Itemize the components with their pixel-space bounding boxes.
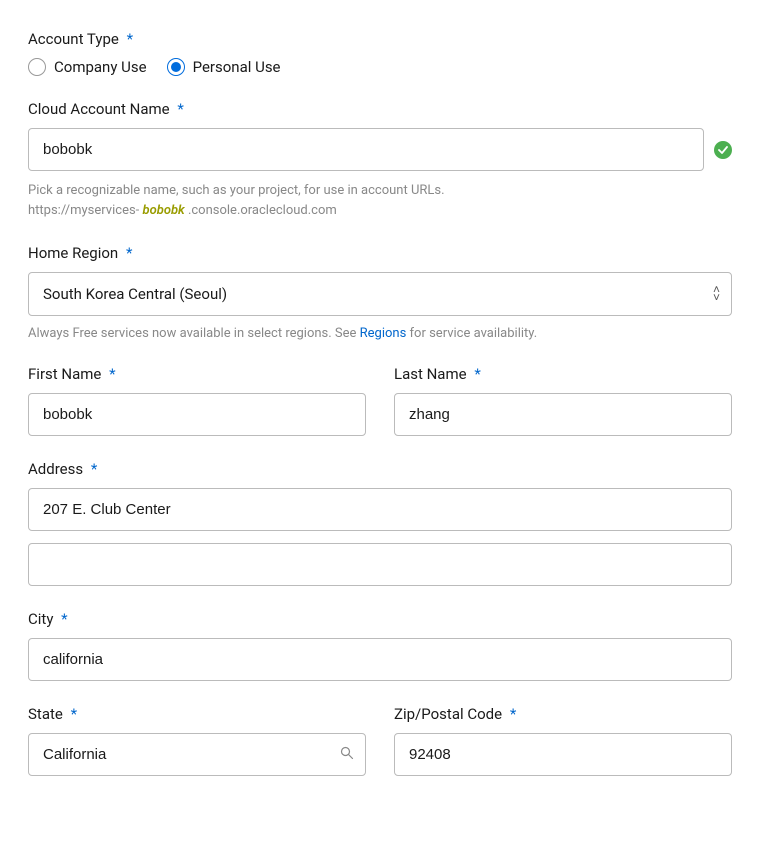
radio-company-use[interactable]: Company Use — [28, 58, 147, 76]
helper-url-prefix: https://myservices- — [28, 203, 139, 218]
first-name-input[interactable] — [28, 393, 366, 436]
address-label: Address * — [28, 460, 732, 478]
radio-circle-icon — [167, 58, 185, 76]
checkmark-icon — [714, 141, 732, 159]
zip-label-text: Zip/Postal Code — [394, 705, 502, 723]
radio-circle-icon — [28, 58, 46, 76]
city-input[interactable] — [28, 638, 732, 681]
first-name-label-text: First Name — [28, 365, 101, 383]
required-asterisk: * — [127, 30, 133, 48]
city-label: City * — [28, 610, 732, 628]
region-helper-prefix: Always Free services now available in se… — [28, 326, 360, 341]
home-region-select-wrapper: South Korea Central (Seoul) ˄ ˅ — [28, 272, 732, 316]
state-label: State * — [28, 705, 366, 723]
home-region-label-text: Home Region — [28, 244, 118, 262]
required-asterisk: * — [71, 705, 77, 723]
radio-inner-dot — [171, 62, 181, 72]
cloud-account-label: Cloud Account Name * — [28, 100, 732, 118]
home-region-select[interactable]: South Korea Central (Seoul) — [28, 272, 732, 316]
last-name-label-text: Last Name — [394, 365, 467, 383]
home-region-helper: Always Free services now available in se… — [28, 326, 732, 341]
required-asterisk: * — [510, 705, 516, 723]
radio-company-label: Company Use — [54, 58, 147, 76]
cloud-account-group: Cloud Account Name * Pick a recognizable… — [28, 100, 732, 220]
state-group: State * — [28, 705, 366, 776]
city-group: City * — [28, 610, 732, 681]
zip-group: Zip/Postal Code * — [394, 705, 732, 776]
cloud-account-label-text: Cloud Account Name — [28, 100, 170, 118]
state-zip-row: State * Zip/Postal Code * — [28, 705, 732, 800]
radio-personal-use[interactable]: Personal Use — [167, 58, 281, 76]
zip-input[interactable] — [394, 733, 732, 776]
required-asterisk: * — [91, 460, 97, 478]
cloud-account-input[interactable] — [28, 128, 704, 171]
first-name-group: First Name * — [28, 365, 366, 436]
state-input-wrapper — [28, 733, 366, 776]
last-name-input[interactable] — [394, 393, 732, 436]
account-type-group: Account Type * Company Use Personal Use — [28, 30, 732, 76]
name-row: First Name * Last Name * — [28, 365, 732, 460]
last-name-label: Last Name * — [394, 365, 732, 383]
home-region-group: Home Region * South Korea Central (Seoul… — [28, 244, 732, 341]
required-asterisk: * — [61, 610, 67, 628]
cloud-account-helper: Pick a recognizable name, such as your p… — [28, 181, 732, 220]
required-asterisk: * — [109, 365, 115, 383]
helper-line1: Pick a recognizable name, such as your p… — [28, 183, 445, 198]
account-type-label: Account Type * — [28, 30, 732, 48]
state-input[interactable] — [28, 733, 366, 776]
first-name-label: First Name * — [28, 365, 366, 383]
address-label-text: Address — [28, 460, 83, 478]
required-asterisk: * — [177, 100, 183, 118]
zip-label: Zip/Postal Code * — [394, 705, 732, 723]
last-name-group: Last Name * — [394, 365, 732, 436]
home-region-label: Home Region * — [28, 244, 732, 262]
city-label-text: City — [28, 610, 53, 628]
required-asterisk: * — [474, 365, 480, 383]
address-group: Address * — [28, 460, 732, 586]
required-asterisk: * — [126, 244, 132, 262]
helper-url-suffix: .console.oraclecloud.com — [188, 203, 337, 218]
address-line2-input[interactable] — [28, 543, 732, 586]
account-type-label-text: Account Type — [28, 30, 119, 48]
regions-link[interactable]: Regions — [360, 326, 407, 341]
region-helper-suffix: for service availability. — [406, 326, 537, 341]
helper-bold-name: bobobk — [143, 203, 185, 218]
radio-personal-label: Personal Use — [193, 58, 281, 76]
account-type-radio-group: Company Use Personal Use — [28, 58, 732, 76]
cloud-account-input-wrapper — [28, 128, 732, 171]
state-label-text: State — [28, 705, 63, 723]
address-line1-input[interactable] — [28, 488, 732, 531]
